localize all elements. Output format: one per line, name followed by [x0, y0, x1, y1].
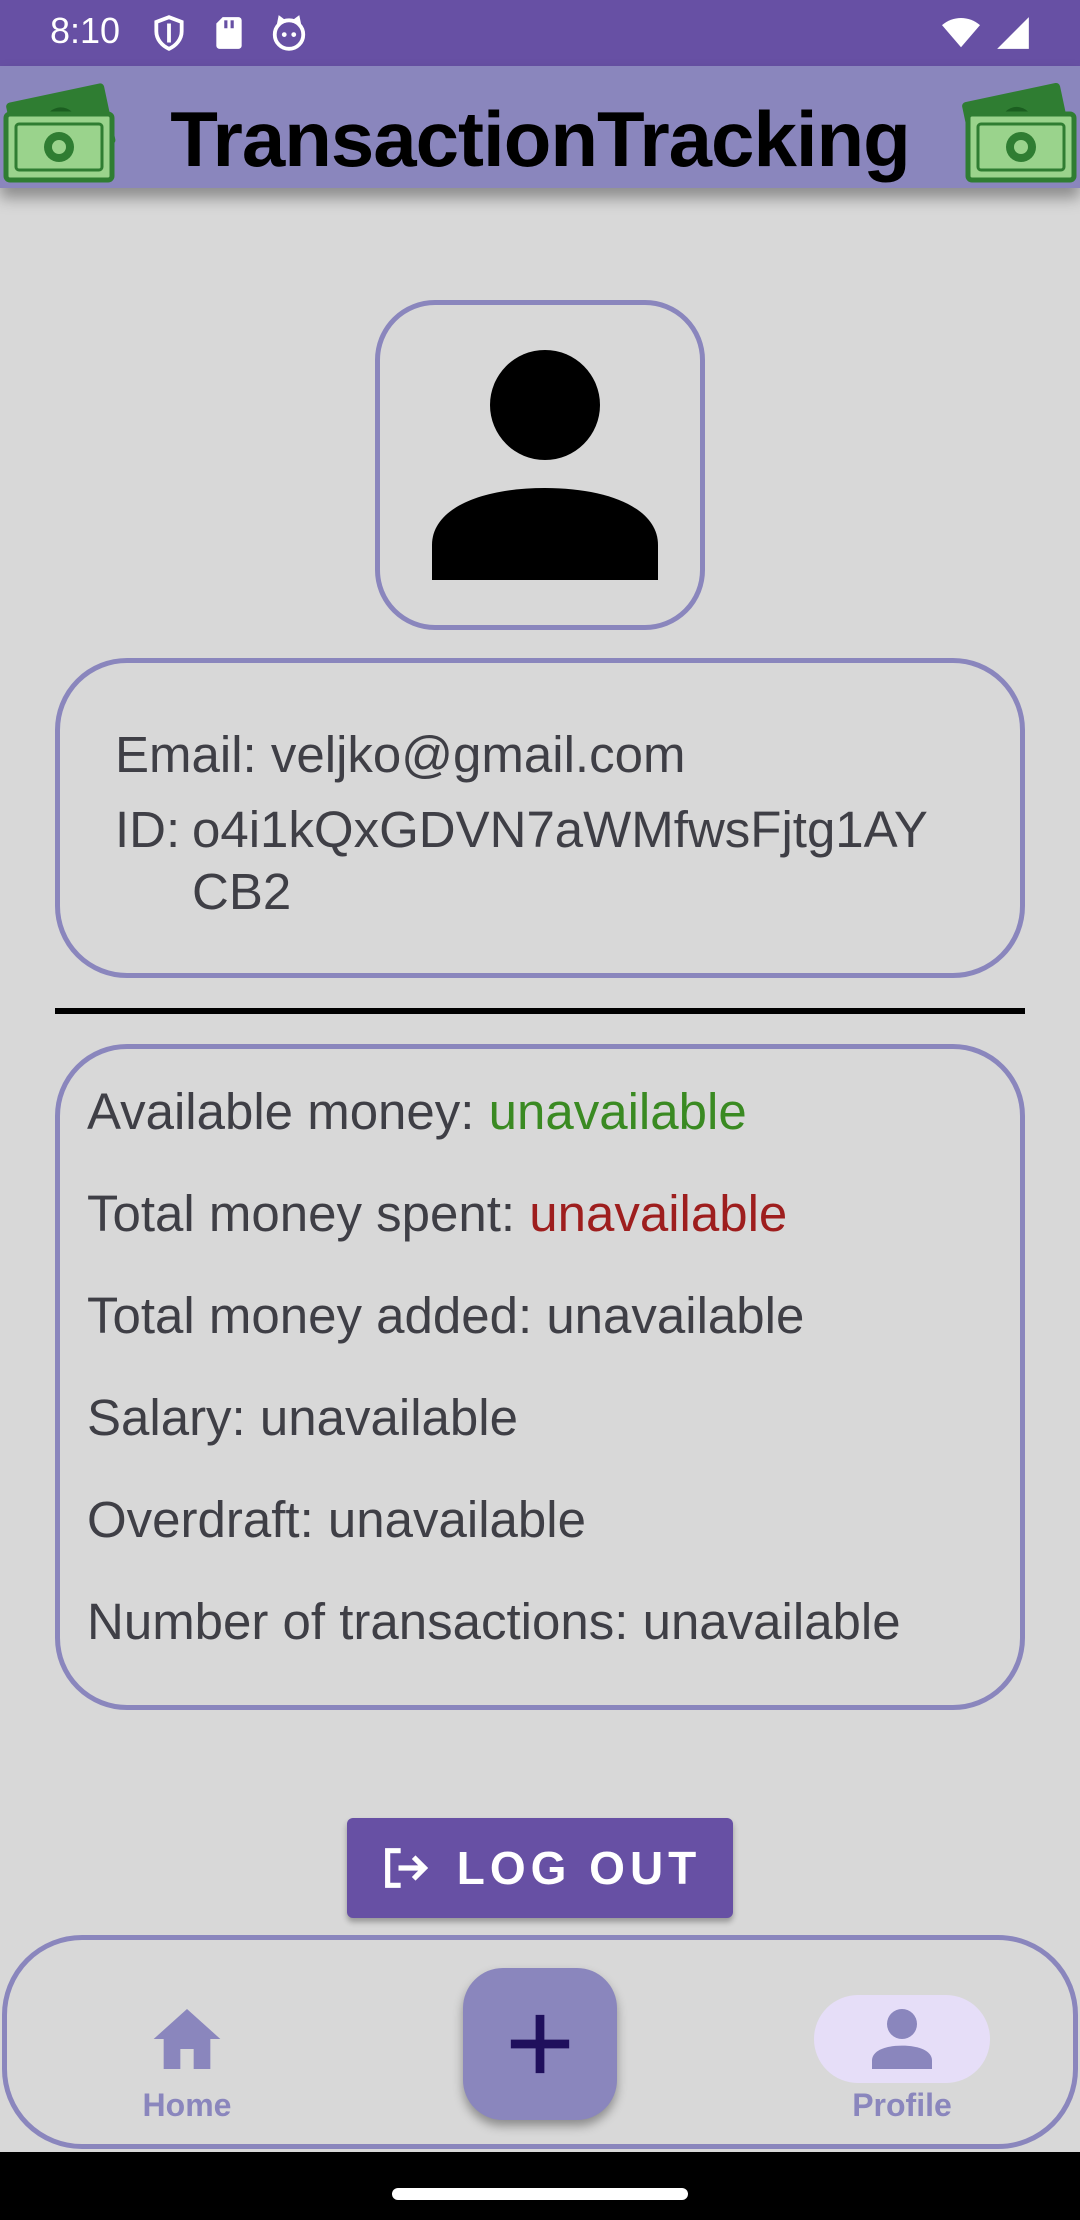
nav-item-profile[interactable]: Profile: [802, 1995, 1002, 2124]
stat-total-added: Total money added: unavailable: [87, 1286, 804, 1345]
email-label: Email:: [115, 726, 257, 783]
email-value: veljko@gmail.com: [270, 726, 686, 783]
stat-value: unavailable: [259, 1389, 518, 1446]
stat-label: Available money:: [87, 1083, 475, 1140]
stat-label: Total money spent:: [87, 1185, 516, 1242]
logout-icon: [384, 1848, 428, 1888]
sd-card-icon: [216, 17, 242, 49]
nav-label-home: Home: [142, 2087, 232, 2123]
status-bar: 8:10: [0, 0, 1080, 66]
person-icon: [872, 2009, 932, 2069]
stat-label: Salary:: [87, 1389, 246, 1446]
add-transaction-button[interactable]: [463, 1968, 617, 2120]
person-icon: [432, 350, 658, 580]
app-bar: TransactionTracking: [0, 66, 1080, 188]
app-title: TransactionTracking: [170, 95, 911, 183]
status-time: 8:10: [50, 10, 121, 51]
status-icons-left: [150, 14, 308, 52]
stat-value: unavailable: [546, 1287, 805, 1344]
logout-label: LOG OUT: [456, 1842, 702, 1894]
stat-value: unavailable: [327, 1491, 586, 1548]
stat-label: Overdraft:: [87, 1491, 314, 1548]
wifi-icon: [942, 17, 980, 48]
stat-value: unavailable: [488, 1083, 747, 1140]
nav-item-home[interactable]: Home: [87, 1995, 287, 2124]
status-icons-right: [942, 14, 1032, 52]
stats-card: Available money: unavailable Total money…: [55, 1044, 1025, 1710]
stat-total-spent: Total money spent: unavailable: [87, 1184, 787, 1243]
stat-overdraft: Overdraft: unavailable: [87, 1490, 586, 1549]
avatar[interactable]: [375, 300, 705, 630]
home-icon: [153, 2009, 221, 2069]
stat-value: unavailable: [529, 1185, 788, 1242]
cat-icon: [272, 15, 306, 51]
money-icon: [962, 82, 1077, 183]
email-line: Email: veljko@gmail.com: [115, 725, 685, 784]
id-value: o4i1kQxGDVN7aWMfwsFjtg1AYCB2: [192, 801, 928, 920]
id-label: ID:: [115, 801, 181, 858]
plus-icon: [510, 2014, 570, 2074]
account-info-card: Email: veljko@gmail.com ID: o4i1kQxGDVN7…: [55, 658, 1025, 978]
signal-icon: [997, 17, 1029, 49]
shield-icon: [154, 15, 184, 51]
stat-transaction-count: Number of transactions: unavailable: [87, 1592, 901, 1651]
nav-label-profile: Profile: [852, 2087, 952, 2123]
home-gesture-handle[interactable]: [392, 2188, 688, 2200]
logout-button[interactable]: LOG OUT: [347, 1818, 733, 1918]
stat-label: Total money added:: [87, 1287, 533, 1344]
divider: [55, 1008, 1025, 1014]
gesture-bar: [0, 2152, 1080, 2220]
stat-label: Number of transactions:: [87, 1593, 629, 1650]
stat-available-money: Available money: unavailable: [87, 1082, 747, 1141]
stat-value: unavailable: [642, 1593, 901, 1650]
stat-salary: Salary: unavailable: [87, 1388, 518, 1447]
